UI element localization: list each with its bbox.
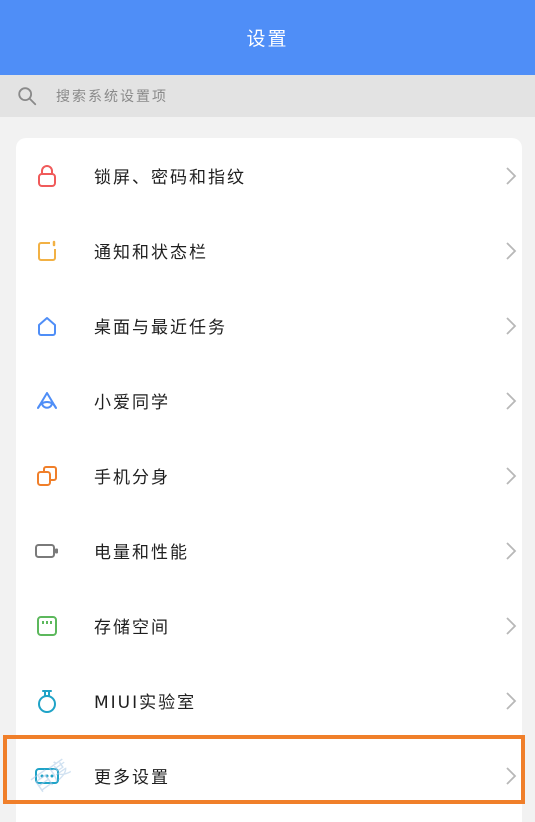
settings-item-label: 通知和状态栏 bbox=[94, 243, 208, 263]
settings-item-lock-screen[interactable]: 锁屏、密码和指纹 bbox=[16, 138, 522, 213]
search-input[interactable]: 搜索系统设置项 bbox=[56, 86, 168, 106]
chevron-right-icon bbox=[506, 541, 517, 560]
chevron-right-icon bbox=[506, 166, 517, 185]
chevron-right-icon bbox=[506, 391, 517, 410]
settings-item-label: 锁屏、密码和指纹 bbox=[94, 168, 246, 188]
settings-list: 锁屏、密码和指纹 通知和状态栏 桌面与最近任务 小爱同学 手机分身 电量和性能 … bbox=[16, 138, 522, 822]
page-title: 设置 bbox=[246, 28, 289, 50]
settings-item-notifications[interactable]: 通知和状态栏 bbox=[16, 213, 522, 288]
settings-item-label: 电量和性能 bbox=[94, 543, 189, 563]
settings-item-label: 存储空间 bbox=[94, 618, 170, 638]
battery-icon bbox=[34, 538, 60, 564]
notification-icon bbox=[34, 238, 60, 264]
app-header: 设置 bbox=[0, 0, 535, 75]
dual-space-icon bbox=[34, 463, 60, 489]
settings-item-label: 小爱同学 bbox=[94, 393, 170, 413]
search-bar[interactable]: 搜索系统设置项 bbox=[0, 75, 535, 117]
settings-item-desktop[interactable]: 桌面与最近任务 bbox=[16, 288, 522, 363]
highlight-box bbox=[3, 735, 525, 804]
search-icon bbox=[18, 87, 37, 106]
chevron-right-icon bbox=[506, 616, 517, 635]
settings-item-storage[interactable]: 存储空间 bbox=[16, 588, 522, 663]
lock-icon bbox=[34, 163, 60, 189]
settings-item-battery[interactable]: 电量和性能 bbox=[16, 513, 522, 588]
chevron-right-icon bbox=[506, 691, 517, 710]
settings-item-label: 手机分身 bbox=[94, 468, 170, 488]
chevron-right-icon bbox=[506, 241, 517, 260]
settings-item-label: MIUI实验室 bbox=[94, 693, 197, 713]
settings-item-dual-space[interactable]: 手机分身 bbox=[16, 438, 522, 513]
settings-item-miui-lab[interactable]: MIUI实验室 bbox=[16, 663, 522, 738]
chevron-right-icon bbox=[506, 316, 517, 335]
xiaoai-icon bbox=[34, 388, 60, 414]
settings-item-label: 桌面与最近任务 bbox=[94, 318, 227, 338]
storage-icon bbox=[34, 613, 60, 639]
lab-flask-icon bbox=[34, 688, 60, 714]
settings-item-xiaoai[interactable]: 小爱同学 bbox=[16, 363, 522, 438]
home-icon bbox=[34, 313, 60, 339]
chevron-right-icon bbox=[506, 466, 517, 485]
